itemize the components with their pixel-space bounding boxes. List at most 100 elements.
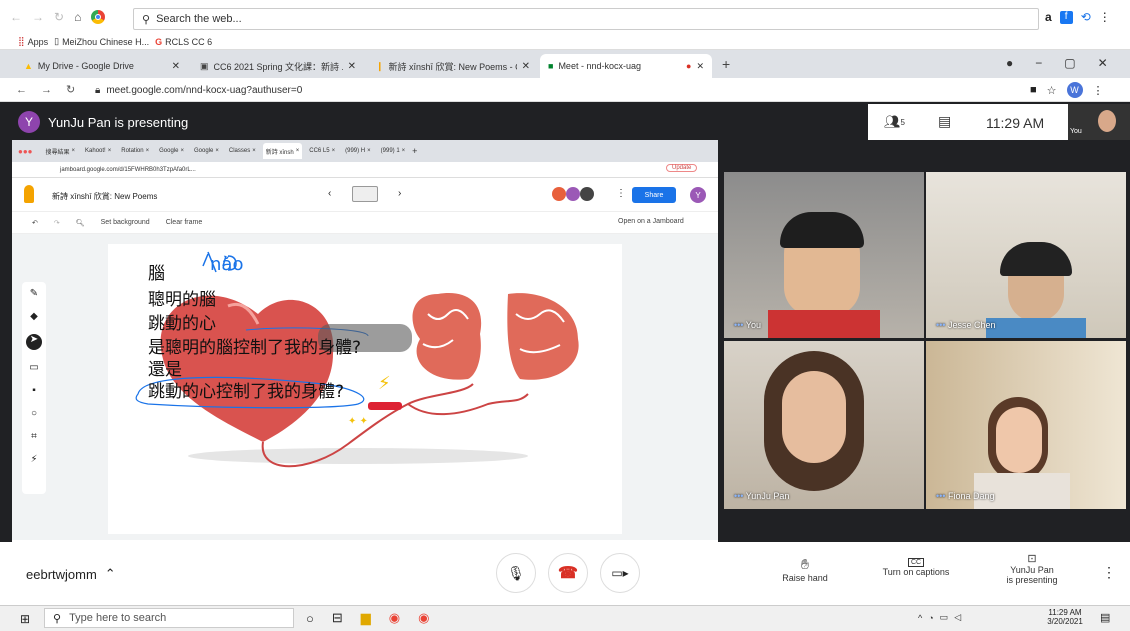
network-icon[interactable]: ◔ [928,613,933,623]
amazon-icon[interactable]: a [1045,10,1052,24]
inner-tab[interactable]: CC6 L5 × [306,143,338,159]
bookmark-rcls[interactable]: G RCLS CC 6 [155,37,212,47]
meeting-details-button[interactable]: eebrtwjomm ⌃ [26,566,116,582]
participant-tile-fiona[interactable]: ••• Fiona Dang [926,341,1126,509]
share-button[interactable]: Share [632,187,676,203]
inner-tab[interactable]: Google × [156,143,187,159]
camera-button[interactable]: ▭▸ [600,553,640,593]
next-frame-icon[interactable]: › [398,188,401,199]
chrome-logo-icon[interactable] [91,10,106,24]
close-tab-icon[interactable]: ✕ [522,61,530,72]
set-background-button[interactable]: Set background [101,219,150,226]
close-window-icon[interactable]: ✕ [1098,56,1108,70]
chrome-taskbar-icon-2[interactable]: ◉ [418,610,429,626]
close-tab-icon[interactable]: ✕ [348,61,356,72]
undo-icon[interactable]: ↶ [32,219,38,227]
menu-dots-icon[interactable]: ⋮ [1093,84,1104,97]
forward-icon[interactable]: → [41,84,52,96]
image-icon[interactable]: ▪ [32,385,36,396]
inner-tab[interactable]: Classes × [226,143,259,159]
participant-tile-yunju[interactable]: ••• YunJu Pan [724,341,924,509]
windows-start-icon[interactable]: ⊞ [20,612,30,626]
inner-tab[interactable]: Rotation × [118,143,152,159]
participant-name-text: Jesse Chen [947,320,996,330]
bookmark-meizhou[interactable]: ▯ MeiZhou Chinese H... [54,36,149,47]
sticky-note-icon[interactable]: ▭ [29,362,38,373]
back-icon[interactable]: ← [10,10,22,24]
tab-meet[interactable]: ■ Meet - nnd-kocx-uag ● ✕ [540,54,712,78]
inner-tab[interactable]: 搜尋結果 × [43,143,79,159]
tab-my-drive[interactable]: ▲ My Drive - Google Drive ✕ [16,54,188,78]
update-button[interactable]: Update [666,164,698,172]
eraser-icon[interactable]: ◆ [30,311,38,322]
new-tab-icon[interactable]: + [722,56,730,72]
participant-tile-jesse[interactable]: ••• Jesse Chen [926,172,1126,338]
clear-frame-button[interactable]: Clear frame [166,219,203,226]
tray-expand-icon[interactable]: ^ [918,613,922,623]
redo-icon[interactable]: ↷ [54,219,60,227]
new-tab-icon[interactable]: + [412,146,417,156]
back-icon[interactable]: ← [16,84,27,96]
chrome-taskbar-icon[interactable]: ◉ [389,610,400,626]
inner-tab-active[interactable]: 新詩 xīnsh × [262,143,303,159]
people-button[interactable]: 👥︎ 5 [884,114,905,130]
self-preview[interactable]: You [1068,104,1130,140]
raise-hand-button[interactable]: ✋︎ Raise hand [770,556,840,583]
camera-icon[interactable]: ■ [1030,84,1037,96]
circle-icon[interactable]: ○ [31,408,37,419]
zoom-icon[interactable]: 🔍︎ [76,219,85,227]
reload-icon[interactable]: ↻ [66,83,75,96]
laser-icon[interactable]: ⚡︎ [30,454,37,465]
more-icon[interactable]: ⋮ [616,188,626,199]
profile-avatar[interactable]: W [1066,82,1083,98]
select-icon[interactable]: ➤ [26,334,42,350]
presenting-button[interactable]: ⊡ YunJu Pan is presenting [994,552,1070,585]
tab-jamboard[interactable]: ❙ 新詩 xīnshī 欣賞: New Poems - C ✕ [368,54,538,78]
textbox-icon[interactable]: ⌗ [31,431,37,442]
url-field[interactable]: 🔒︎ meet.google.com/nnd-kocx-uag?authuser… [95,81,1025,99]
web-search-input[interactable]: ⚲ Search the web... [133,8,1039,30]
jamboard-title[interactable]: 新詩 xīnshī 欣賞: New Poems [52,191,157,202]
volume-icon[interactable]: ◁ [954,612,961,623]
menu-dots-icon[interactable]: ⋮ [1099,10,1111,24]
task-view-icon[interactable]: ⊟ [332,610,343,626]
star-icon[interactable]: ☆ [1047,84,1057,97]
inner-tab-label: CC6 L5 [309,148,330,154]
taskbar-search[interactable]: ⚲ Type here to search [44,608,294,628]
battery-icon[interactable]: ▭ [940,612,949,623]
captions-button[interactable]: CC Turn on captions [868,556,964,577]
home-icon[interactable]: ⌂ [74,10,81,24]
microphone-button[interactable]: 🎙︎ [496,553,536,593]
bookmarks-bar: ⣿ Apps ▯ MeiZhou Chinese H... G RCLS CC 6 [0,34,1130,50]
file-explorer-icon[interactable]: ▆ [361,610,371,626]
notifications-icon[interactable]: ▤ [1100,611,1110,624]
close-tab-icon[interactable]: ✕ [172,61,180,72]
facebook-icon[interactable]: f [1059,10,1073,24]
close-tab-icon[interactable]: ✕ [696,61,704,72]
inner-tab[interactable]: (999) 1 × [378,143,409,159]
inner-url[interactable]: jamboard.google.com/d/15FWHRB0h3TzpAfa0r… [60,167,196,173]
forward-icon[interactable]: → [32,10,44,24]
open-jamboard-link[interactable]: Open on a Jamboard [618,218,684,225]
more-options-icon[interactable]: ⋮ [1102,564,1116,581]
pen-icon[interactable]: ✎ [30,288,38,299]
participant-tile-you[interactable]: ••• You [724,172,924,338]
inner-tab[interactable]: Google × [191,143,222,159]
inner-tab[interactable]: (999) H × [342,143,374,159]
bookmark-apps[interactable]: ⣿ Apps [18,36,48,47]
prev-frame-icon[interactable]: ‹ [328,188,331,199]
chat-icon[interactable]: ▤ [938,113,951,130]
jamboard-profile-avatar[interactable]: Y [690,187,706,203]
jamboard-canvas[interactable]: ⚡ ✦ ✦ nǎo 腦 聰明的腦 跳動的心 是聰明的腦控制了我的身體? 還是 跳… [108,244,622,534]
hang-up-button[interactable]: ☎︎ [548,553,588,593]
profile-circle-icon[interactable]: ● [1006,56,1013,70]
history-icon[interactable]: ⟲ [1081,10,1091,24]
reload-icon[interactable]: ↻ [54,10,64,24]
tab-cc6[interactable]: ▣ CC6 2021 Spring 文化課：新詩 ... ✕ [192,54,364,78]
maximize-icon[interactable]: ▢ [1064,56,1075,70]
inner-tab[interactable]: Kahoot! × [82,143,114,159]
minimize-icon[interactable]: − [1035,56,1042,70]
cortana-icon[interactable]: ○ [306,611,314,626]
taskbar-clock[interactable]: 11:29 AM 3/20/2021 [1040,608,1090,626]
frame-bar-icon[interactable] [352,186,378,202]
